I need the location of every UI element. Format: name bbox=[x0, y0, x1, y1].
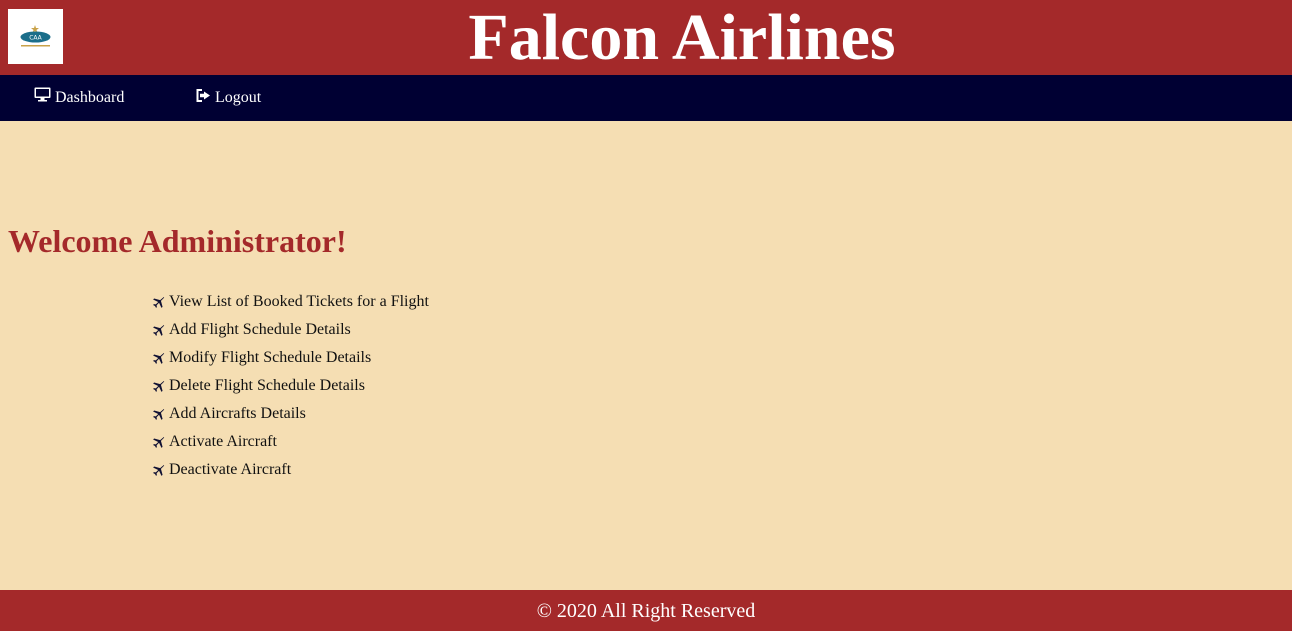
plane-icon bbox=[152, 296, 165, 309]
footer: © 2020 All Right Reserved bbox=[0, 590, 1292, 631]
plane-icon bbox=[152, 464, 165, 477]
nav-logout-label: Logout bbox=[215, 89, 262, 106]
nav-dashboard-link[interactable]: Dashboard bbox=[34, 75, 124, 121]
plane-icon bbox=[152, 352, 165, 365]
menu-item-label: Activate Aircraft bbox=[169, 433, 277, 450]
menu-item-deactivate-aircraft[interactable]: Deactivate Aircraft bbox=[152, 456, 429, 484]
menu-item-add-aircrafts[interactable]: Add Aircrafts Details bbox=[152, 400, 429, 428]
nav-logout-link[interactable]: Logout bbox=[196, 75, 261, 121]
plane-icon bbox=[152, 380, 165, 393]
navbar: Dashboard Logout bbox=[0, 75, 1292, 121]
plane-icon bbox=[152, 324, 165, 337]
menu-item-delete-flight-schedule[interactable]: Delete Flight Schedule Details bbox=[152, 372, 429, 400]
menu-item-label: Add Aircrafts Details bbox=[169, 405, 306, 422]
menu-item-label: Delete Flight Schedule Details bbox=[169, 377, 365, 394]
welcome-heading: Welcome Administrator! bbox=[8, 223, 347, 259]
menu-item-label: View List of Booked Tickets for a Flight bbox=[169, 293, 429, 310]
menu-item-add-flight-schedule[interactable]: Add Flight Schedule Details bbox=[152, 316, 429, 344]
monitor-icon bbox=[34, 75, 51, 121]
menu-item-view-booked-tickets[interactable]: View List of Booked Tickets for a Flight bbox=[152, 288, 429, 316]
plane-icon bbox=[152, 436, 165, 449]
menu-item-label: Add Flight Schedule Details bbox=[169, 321, 351, 338]
menu-item-label: Deactivate Aircraft bbox=[169, 461, 292, 478]
menu-item-label: Modify Flight Schedule Details bbox=[169, 349, 372, 366]
admin-menu: View List of Booked Tickets for a Flight… bbox=[152, 288, 429, 484]
site-title: Falcon Airlines bbox=[468, 1, 896, 74]
header-bar: CAA Falcon Airlines bbox=[0, 0, 1292, 75]
menu-item-modify-flight-schedule[interactable]: Modify Flight Schedule Details bbox=[152, 344, 429, 372]
sign-out-icon bbox=[196, 75, 211, 121]
menu-item-activate-aircraft[interactable]: Activate Aircraft bbox=[152, 428, 429, 456]
plane-icon bbox=[152, 408, 165, 421]
nav-dashboard-label: Dashboard bbox=[55, 89, 125, 106]
